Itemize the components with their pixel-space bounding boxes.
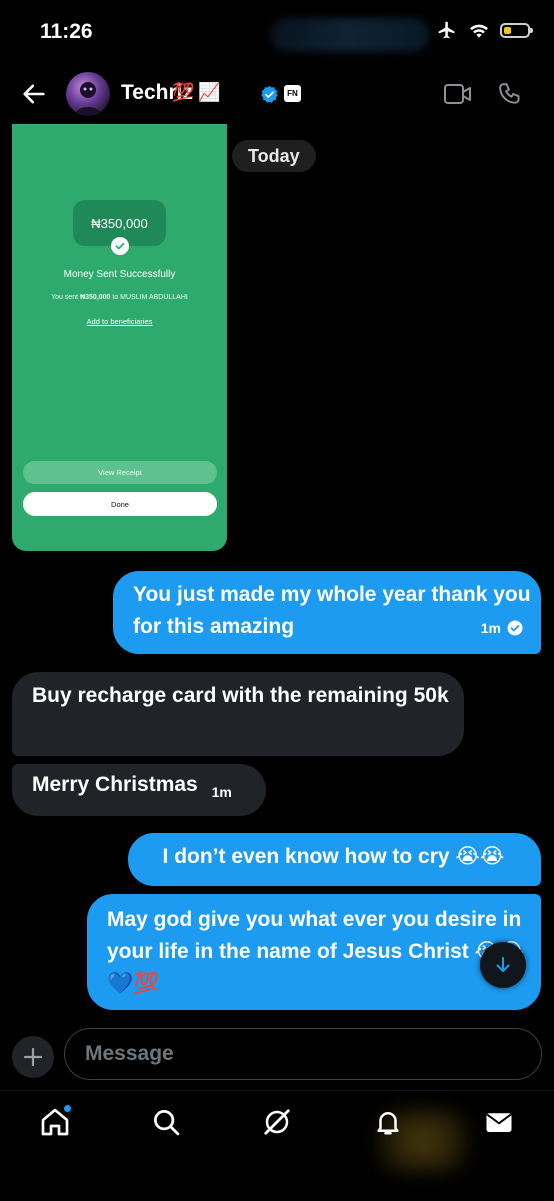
scroll-to-bottom-button[interactable]: [480, 942, 526, 988]
notifications-icon: [377, 1112, 399, 1135]
video-call-icon[interactable]: [443, 82, 473, 106]
message-text: Buy recharge card with the remaining 50k: [32, 684, 449, 707]
messages-icon: [486, 1113, 512, 1132]
tab-grok[interactable]: [260, 1105, 294, 1139]
message-text: I don’t even know how to cry 😭😭: [162, 845, 505, 868]
phone-call-icon[interactable]: [498, 80, 524, 108]
date-divider: Today: [232, 140, 316, 172]
message-time: 1m: [211, 784, 232, 800]
receipt-subtitle-prefix: You sent: [51, 294, 81, 301]
message-text: You just made my whole year thank you fo…: [133, 583, 531, 638]
add-attachment-button[interactable]: [12, 1036, 54, 1078]
tab-messages[interactable]: [482, 1105, 516, 1139]
receipt-subtitle: You sent ₦350,000 to MUSLIM ABDULLAHI: [12, 294, 227, 301]
plus-icon: [23, 1047, 43, 1067]
message-time: 1m: [480, 620, 501, 636]
conversation-header: Techriz 💯📈 FN: [0, 66, 554, 124]
home-notification-dot: [64, 1105, 71, 1112]
message-bubble-incoming[interactable]: Merry Christmas 1m: [12, 764, 266, 816]
view-receipt-button: View Receipt: [23, 461, 217, 484]
arrow-down-icon: [496, 957, 510, 972]
message-text: Merry Christmas: [32, 773, 198, 796]
receipt-subtitle-amount: ₦350,000: [80, 294, 111, 301]
status-icons: [436, 20, 533, 40]
read-receipt-icon: [507, 620, 523, 636]
message-bubble-outgoing[interactable]: May god give you what ever you desire in…: [87, 894, 541, 1010]
message-input[interactable]: [64, 1028, 542, 1080]
tab-search[interactable]: [149, 1105, 183, 1139]
tab-home[interactable]: [38, 1105, 72, 1139]
wifi-icon: [470, 24, 488, 38]
blurred-notification: [270, 18, 430, 52]
done-button: Done: [23, 492, 217, 516]
message-composer: [0, 1018, 554, 1090]
contact-avatar[interactable]: [66, 72, 110, 116]
receipt-title: Money Sent Successfully: [63, 269, 176, 280]
status-bar: 11:26: [0, 0, 554, 66]
message-bubble-outgoing[interactable]: You just made my whole year thank you fo…: [113, 571, 541, 654]
back-arrow-icon[interactable]: [20, 80, 48, 108]
success-check-icon: [111, 237, 129, 255]
add-to-beneficiaries-link: Add to beneficiaries: [86, 317, 153, 326]
message-text: May god give you what ever you desire in…: [107, 908, 524, 995]
contact-name-emojis: 💯📈: [172, 82, 225, 102]
message-bubble-incoming[interactable]: Buy recharge card with the remaining 50k: [12, 672, 464, 756]
receipt-subtitle-suffix: to MUSLIM ABDULLAHI: [110, 294, 188, 301]
message-bubble-outgoing[interactable]: I don’t even know how to cry 😭😭: [128, 833, 541, 886]
tab-notifications[interactable]: [371, 1105, 405, 1139]
verified-badge-icon: [261, 85, 278, 103]
battery-icon: [500, 22, 533, 38]
receipt-image-message[interactable]: ₦350,000 Money Sent Successfully You sen…: [12, 124, 227, 551]
affiliate-badge: FN: [284, 85, 301, 102]
grok-icon: [264, 1109, 290, 1135]
status-time: 11:26: [40, 20, 93, 43]
bottom-tab-bar: [0, 1090, 554, 1201]
search-icon: [154, 1110, 180, 1136]
message-meta: 1m: [481, 612, 523, 644]
airplane-icon: [438, 21, 455, 39]
